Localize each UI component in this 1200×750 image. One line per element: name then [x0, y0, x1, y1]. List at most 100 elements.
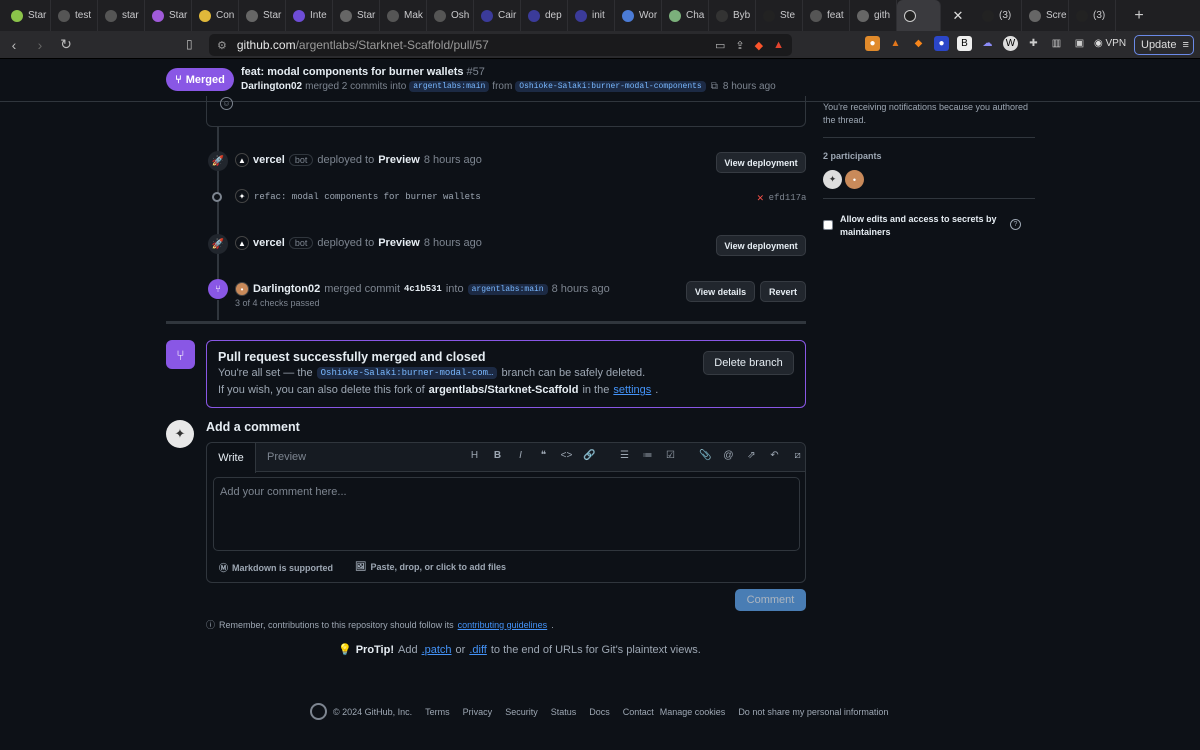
head-branch[interactable]: Oshioke-Salaki:burner-modal-components: [515, 81, 706, 92]
puzzle-icon[interactable]: ✚: [1026, 36, 1041, 51]
commit-message[interactable]: refac: modal components for burner walle…: [254, 192, 481, 202]
participant-avatar[interactable]: ✦: [823, 170, 842, 189]
footer-link[interactable]: Do not share my personal information: [738, 707, 888, 717]
site-settings-icon[interactable]: ⚙: [217, 39, 227, 52]
metamask-icon[interactable]: ▲: [888, 36, 903, 51]
ordered-list-icon[interactable]: ☰: [613, 450, 636, 461]
event-time[interactable]: 8 hours ago: [424, 237, 482, 249]
footer-link[interactable]: Docs: [589, 707, 610, 717]
browser-tab[interactable]: star: [98, 0, 145, 31]
github-logo-icon[interactable]: [310, 703, 327, 720]
commit-author-avatar[interactable]: ✦: [235, 189, 249, 203]
base-branch[interactable]: argentlabs:main: [409, 81, 490, 92]
brave-shield-icon[interactable]: ◆: [755, 39, 763, 52]
tab-write[interactable]: Write: [207, 443, 256, 473]
patch-link[interactable]: .patch: [422, 644, 452, 656]
unordered-list-icon[interactable]: ≔: [636, 450, 659, 461]
brave-rewards-icon[interactable]: ▲: [773, 39, 784, 52]
footer-link[interactable]: Security: [505, 707, 538, 717]
browser-tab[interactable]: (3): [975, 0, 1022, 31]
browser-tab[interactable]: Star: [239, 0, 286, 31]
browser-tab[interactable]: Ste: [756, 0, 803, 31]
footer-link[interactable]: Terms: [425, 707, 450, 717]
browser-tab[interactable]: Star: [145, 0, 192, 31]
reply-icon[interactable]: ↶: [763, 450, 786, 461]
code-icon[interactable]: <>: [555, 450, 578, 461]
view-deployment-button[interactable]: View deployment: [716, 152, 806, 173]
participant-avatar[interactable]: •: [845, 170, 864, 189]
browser-tab[interactable]: Byb: [709, 0, 756, 31]
pr-title[interactable]: feat: modal components for burner wallet…: [241, 66, 485, 78]
attach-icon[interactable]: 📎: [694, 450, 717, 461]
footer-link[interactable]: Privacy: [463, 707, 493, 717]
w-icon[interactable]: W: [1003, 36, 1018, 51]
bold-icon[interactable]: B: [486, 450, 509, 461]
branch-name[interactable]: Oshioke-Salaki:burner-modal-com…: [316, 367, 498, 379]
commit-sha[interactable]: efd117a: [769, 193, 807, 203]
comment-textarea[interactable]: Add your comment here...: [213, 477, 800, 551]
actor-link[interactable]: vercel: [253, 154, 285, 166]
heading-icon[interactable]: H: [463, 450, 486, 461]
browser-tab[interactable]: Star: [333, 0, 380, 31]
merge-commit-sha[interactable]: 4c1b531: [404, 284, 442, 294]
help-icon[interactable]: ?: [1010, 219, 1021, 230]
browser-tab[interactable]: Osh: [427, 0, 474, 31]
allow-edits-checkbox[interactable]: [823, 220, 833, 230]
address-bar[interactable]: ⚙ github.com/argentlabs/Starknet-Scaffol…: [209, 34, 792, 56]
new-tab-icon[interactable]: +: [1124, 7, 1154, 25]
browser-tab[interactable]: Con: [192, 0, 239, 31]
wallet-badge-icon[interactable]: B: [957, 36, 972, 51]
environment-link[interactable]: Preview: [378, 237, 420, 249]
browser-tab[interactable]: feat: [803, 0, 850, 31]
browser-tab[interactable]: Cair: [474, 0, 521, 31]
browser-tab[interactable]: gith: [850, 0, 897, 31]
update-button[interactable]: Update ≡: [1134, 35, 1194, 55]
extension-icon[interactable]: ●: [865, 36, 880, 51]
fox-icon[interactable]: ◆: [911, 36, 926, 51]
browser-tab[interactable]: Wor: [615, 0, 662, 31]
cast-icon[interactable]: ▭: [715, 39, 725, 52]
markdown-note[interactable]: Ⓜ Markdown is supported: [219, 561, 333, 574]
vercel-avatar[interactable]: ▲: [235, 153, 249, 167]
link-icon[interactable]: 🔗: [578, 450, 601, 461]
back-icon[interactable]: ‹: [2, 37, 26, 53]
browser-tab[interactable]: Cha: [662, 0, 709, 31]
slash-command-icon[interactable]: ⧄: [786, 450, 809, 461]
comment-submit-button[interactable]: Comment: [735, 589, 806, 611]
vpn-button[interactable]: ◉ VPN: [1094, 38, 1126, 49]
browser-tab[interactable]: Inte: [286, 0, 333, 31]
view-deployment-button[interactable]: View deployment: [716, 235, 806, 256]
user-avatar[interactable]: ✦: [166, 420, 194, 448]
browser-tab[interactable]: (3): [1069, 0, 1116, 31]
quote-icon[interactable]: ❝: [532, 450, 555, 461]
user-avatar[interactable]: •: [235, 282, 249, 296]
event-time[interactable]: 8 hours ago: [424, 154, 482, 166]
event-time[interactable]: 8 hours ago: [552, 283, 610, 295]
browser-tab[interactable]: dep: [521, 0, 568, 31]
close-tab-icon[interactable]: ✕: [941, 0, 975, 31]
task-list-icon[interactable]: ☑: [659, 450, 682, 461]
share-icon[interactable]: ⇪: [735, 39, 744, 52]
copy-icon[interactable]: ⧉: [711, 81, 718, 92]
footer-link[interactable]: Status: [551, 707, 577, 717]
add-reaction-icon[interactable]: ☺: [220, 97, 233, 110]
contributing-guidelines-link[interactable]: contributing guidelines: [458, 620, 548, 630]
wallet-panel-icon[interactable]: ▣: [1072, 36, 1087, 51]
browser-tab[interactable]: Scre: [1022, 0, 1069, 31]
author-link[interactable]: Darlington02: [241, 81, 302, 92]
attach-files[interactable]: 🖼 Paste, drop, or click to add files: [355, 561, 506, 572]
footer-link[interactable]: Manage cookies: [660, 707, 726, 717]
settings-link[interactable]: settings: [613, 384, 651, 396]
browser-tab[interactable]: Star: [4, 0, 51, 31]
bookmark-icon[interactable]: ▯: [186, 37, 193, 51]
browser-tab[interactable]: init: [568, 0, 615, 31]
browser-tab[interactable]: test: [51, 0, 98, 31]
browser-tab-active[interactable]: [897, 0, 941, 31]
forward-icon[interactable]: ›: [28, 37, 52, 53]
view-details-button[interactable]: View details: [686, 281, 755, 302]
cross-reference-icon[interactable]: ⇗: [740, 450, 763, 461]
italic-icon[interactable]: I: [509, 450, 532, 461]
diff-link[interactable]: .diff: [469, 644, 487, 656]
allow-edits-label[interactable]: Allow edits and access to secrets by mai…: [840, 213, 1008, 239]
footer-link[interactable]: Contact: [623, 707, 654, 717]
